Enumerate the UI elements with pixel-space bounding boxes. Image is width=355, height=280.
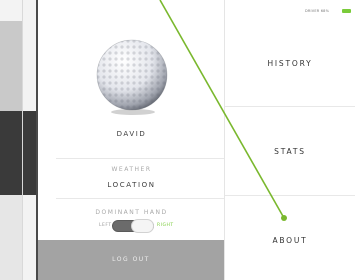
side-strip-tile[interactable] <box>0 195 22 280</box>
menu-item-label: ABOUT <box>272 236 308 245</box>
side-strip-tile-active[interactable] <box>0 111 38 195</box>
dominant-hand-label: DOMINANT HAND <box>95 209 168 216</box>
battery-status-text: DRIVER 68% <box>305 9 330 13</box>
divider <box>56 198 224 199</box>
toggle-knob[interactable] <box>131 219 154 233</box>
menu-item-about[interactable]: ABOUT <box>225 196 355 280</box>
battery-icon <box>342 9 351 13</box>
menu-item-label: STATS <box>274 147 306 156</box>
menu-item-stats[interactable]: STATS <box>225 107 355 195</box>
hand-left-label[interactable]: LEFT <box>99 223 112 228</box>
menu-item-history[interactable]: HISTORY <box>225 0 355 106</box>
weather-label: WEATHER <box>111 166 152 173</box>
location-value[interactable]: LOCATION <box>38 181 225 189</box>
strip-divider <box>22 0 23 280</box>
logout-label: LOG OUT <box>112 256 150 263</box>
divider <box>56 158 224 159</box>
side-strip-tile[interactable] <box>0 21 22 111</box>
user-name: DAVID <box>116 130 147 138</box>
golf-ball-icon[interactable] <box>89 32 175 118</box>
menu-item-label: HISTORY <box>267 59 313 68</box>
hand-right-label[interactable]: RIGHT <box>157 223 174 228</box>
